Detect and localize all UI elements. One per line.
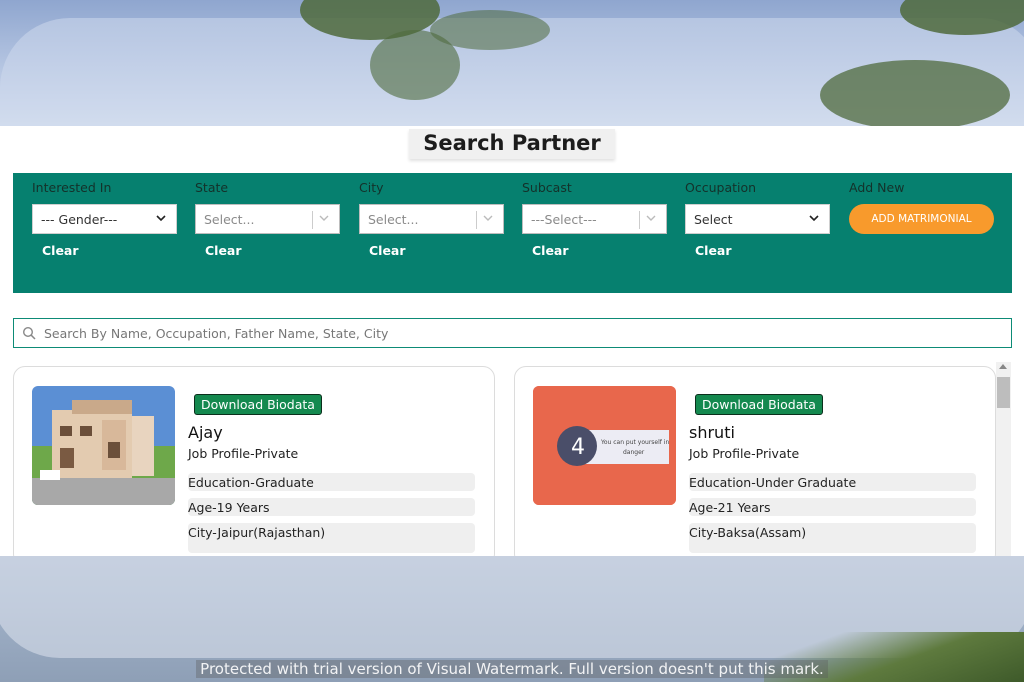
city-select-value: Select...	[368, 211, 419, 227]
gender-select[interactable]: --- Gender---	[32, 204, 177, 234]
chevron-down-icon	[809, 215, 819, 222]
profile-photo-graphic: 4 You can put yourself in danger	[533, 386, 676, 505]
chevron-down-icon	[483, 215, 493, 221]
filter-subcast: Subcast ---Select--- Clear	[522, 180, 667, 258]
add-new-section: Add New ADD MATRIMONIAL	[849, 180, 994, 234]
profile-education: Education-Graduate	[188, 473, 475, 491]
profile-age: Age-21 Years	[689, 498, 976, 516]
profile-city: City-Jaipur(Rajasthan)	[188, 523, 475, 553]
profile-education: Education-Under Graduate	[689, 473, 976, 491]
select-separator	[639, 211, 640, 229]
select-separator	[312, 211, 313, 229]
clear-state-button[interactable]: Clear	[205, 243, 340, 258]
city-select[interactable]: Select...	[359, 204, 504, 234]
profile-name: shruti	[689, 423, 735, 442]
filter-city: City Select... Clear	[359, 180, 504, 258]
subcast-select[interactable]: ---Select---	[522, 204, 667, 234]
profile-photo[interactable]: 4 You can put yourself in danger	[533, 386, 676, 505]
profile-age: Age-19 Years	[188, 498, 475, 516]
state-select[interactable]: Select...	[195, 204, 340, 234]
tree-foliage	[430, 10, 550, 50]
house-photo-icon	[32, 386, 175, 505]
profile-job: Job Profile-Private	[689, 446, 800, 461]
profile-photo[interactable]	[32, 386, 175, 505]
add-new-label: Add New	[849, 180, 905, 195]
page-title: Search Partner	[409, 129, 615, 159]
clear-city-button[interactable]: Clear	[369, 243, 504, 258]
profile-city: City-Baksa(Assam)	[689, 523, 976, 553]
scrollbar-thumb[interactable]	[997, 377, 1010, 408]
search-input[interactable]: Search By Name, Occupation, Father Name,…	[13, 318, 1012, 348]
scroll-up-arrow-icon[interactable]	[999, 364, 1007, 369]
filter-state: State Select... Clear	[195, 180, 340, 258]
select-separator	[476, 211, 477, 229]
svg-text:You can put yourself in: You can put yourself in	[600, 439, 669, 446]
occupation-select[interactable]: Select	[685, 204, 830, 234]
header-banner	[0, 0, 1024, 126]
filter-label: Occupation	[685, 180, 757, 195]
clear-subcast-button[interactable]: Clear	[532, 243, 667, 258]
page-title-wrap: Search Partner	[0, 126, 1024, 159]
gender-select-value: --- Gender---	[41, 211, 118, 227]
add-matrimonial-button[interactable]: ADD MATRIMONIAL	[849, 204, 994, 234]
download-biodata-button[interactable]: Download Biodata	[194, 394, 322, 415]
chevron-down-icon	[156, 215, 166, 222]
filter-label: Subcast	[522, 180, 572, 195]
filter-label: Interested In	[32, 180, 112, 195]
search-icon	[22, 326, 36, 340]
filter-label: City	[359, 180, 384, 195]
search-placeholder: Search By Name, Occupation, Father Name,…	[44, 325, 389, 341]
clear-gender-button[interactable]: Clear	[42, 243, 177, 258]
profile-name: Ajay	[188, 423, 223, 442]
state-select-value: Select...	[204, 211, 255, 227]
filter-panel: Interested In --- Gender--- Clear State …	[13, 173, 1012, 293]
watermark-text: Protected with trial version of Visual W…	[196, 660, 828, 678]
tree-foliage	[820, 60, 1010, 126]
occupation-select-value: Select	[694, 211, 733, 227]
svg-text:danger: danger	[623, 449, 645, 456]
photo-number: 4	[571, 435, 585, 460]
chevron-down-icon	[646, 215, 656, 221]
footer-banner: Protected with trial version of Visual W…	[0, 556, 1024, 682]
filter-label: State	[195, 180, 229, 195]
download-biodata-button[interactable]: Download Biodata	[695, 394, 823, 415]
clear-occupation-button[interactable]: Clear	[695, 243, 830, 258]
profile-card: Download Biodata Ajay Job Profile-Privat…	[13, 366, 495, 566]
filter-occupation: Occupation Select Clear	[685, 180, 830, 258]
profile-card: 4 You can put yourself in danger Downloa…	[514, 366, 996, 566]
chevron-down-icon	[319, 215, 329, 221]
subcast-select-value: ---Select---	[531, 211, 597, 227]
watermark: Protected with trial version of Visual W…	[0, 660, 1024, 678]
filter-gender: Interested In --- Gender--- Clear	[32, 180, 177, 258]
profile-job: Job Profile-Private	[188, 446, 299, 461]
